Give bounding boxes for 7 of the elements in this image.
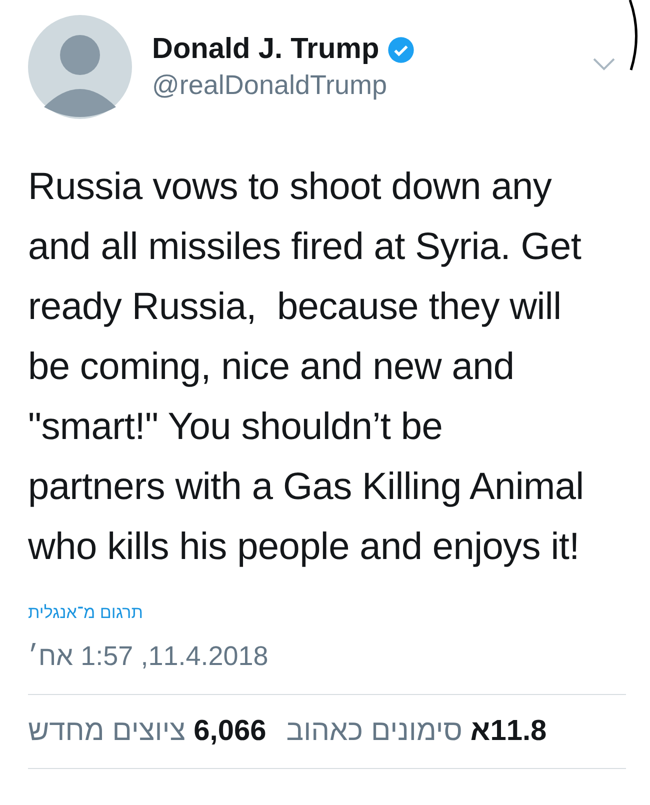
stat-text[interactable]: 11.8א סימונים כאהוב xyxy=(286,715,547,748)
account-name: Donald J. Trump xyxy=(152,33,380,66)
chevron-down-icon[interactable] xyxy=(592,57,616,71)
tweet-text: Russia vows to shoot down any and all missiles fired at Syria. Get ready Russia, because they will be coming, nice and new and "smart!" You shouldn’t be partners with a Gas Killing Animal who kills his people and enjoys it! xyxy=(28,165,585,570)
account-handle: @realDonaldTrump xyxy=(152,70,388,101)
tweet-timestamp: 11.4.2018, 1:57 אח׳ xyxy=(28,641,268,672)
avatar[interactable] xyxy=(28,15,132,119)
